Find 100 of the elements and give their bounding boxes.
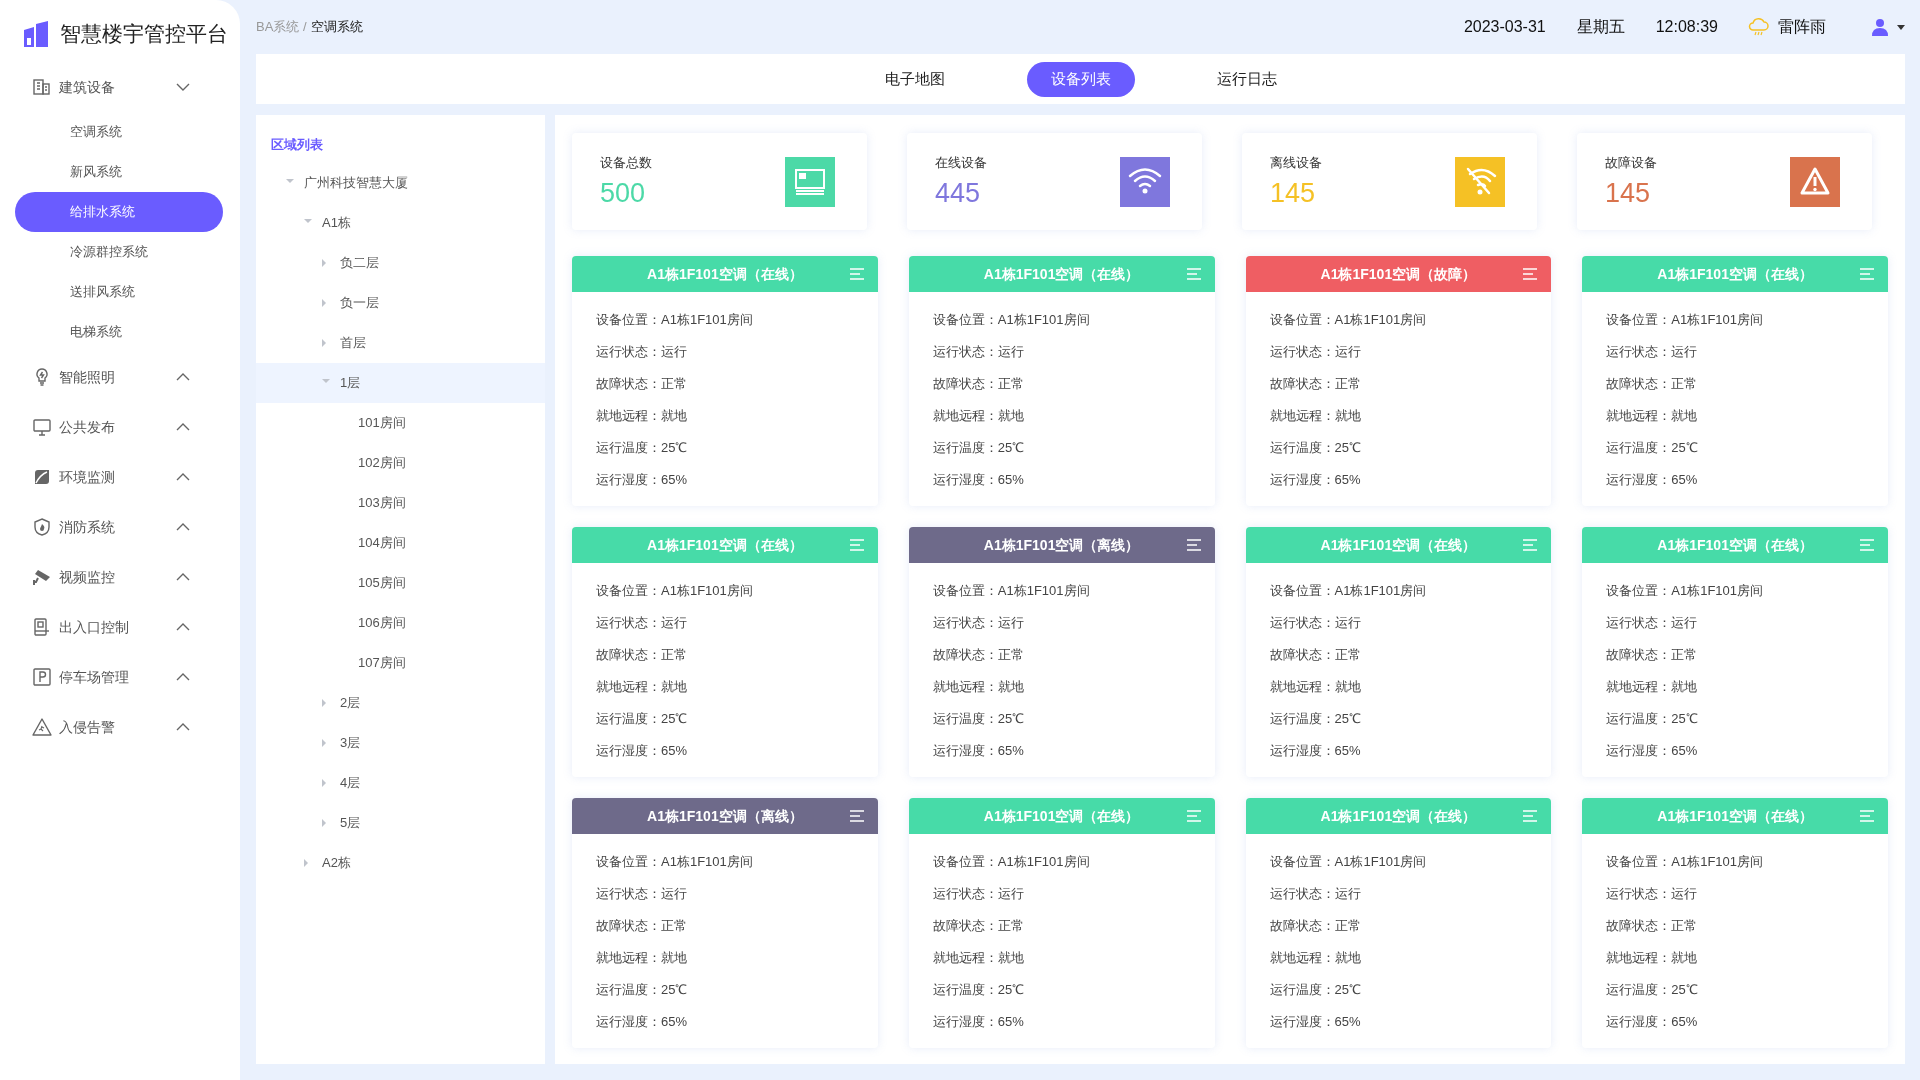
device-field: 就地远程：就地	[596, 942, 878, 974]
tree-item[interactable]: 1层	[256, 363, 545, 403]
device-field: 设备位置：A1栋1F101房间	[1606, 575, 1888, 607]
menu-item[interactable]: 公共发布	[0, 402, 240, 452]
device-field: 故障状态：正常	[1606, 639, 1888, 671]
device-field: 设备位置：A1栋1F101房间	[932, 846, 1215, 878]
device-field: 故障状态：正常	[932, 368, 1215, 400]
menu-icon[interactable]	[849, 539, 864, 551]
date-text: 2023-03-31	[1463, 17, 1546, 37]
tree-item[interactable]: 101房间	[256, 403, 545, 443]
menu-icon[interactable]	[1186, 810, 1201, 822]
device-field: 设备位置：A1栋1F101房间	[1269, 304, 1552, 336]
tree-item[interactable]: 102房间	[256, 443, 545, 483]
shield-icon	[32, 517, 52, 537]
tree-item[interactable]: 106房间	[256, 603, 545, 643]
menu-item[interactable]: 出入口控制	[0, 602, 240, 652]
time-text: 12:08:39	[1655, 17, 1718, 37]
tree-item[interactable]: 2层	[256, 683, 545, 723]
menu-icon[interactable]	[1523, 539, 1538, 551]
device-title: A1栋1F101空调（在线）	[1657, 264, 1813, 284]
menu-icon[interactable]	[849, 268, 864, 280]
submenu-item[interactable]: 给排水系统	[15, 192, 223, 232]
device-field: 故障状态：正常	[596, 910, 878, 942]
tab[interactable]: 运行日志	[1192, 61, 1301, 97]
tree-item[interactable]: 105房间	[256, 563, 545, 603]
weekday-text: 星期五	[1576, 17, 1625, 37]
device-field: 运行状态：运行	[1606, 607, 1888, 639]
device-field: 运行状态：运行	[596, 607, 878, 639]
parking-icon	[32, 667, 52, 687]
menu-icon[interactable]	[1860, 268, 1874, 280]
tree-item[interactable]: 3层	[256, 723, 545, 763]
menu-item[interactable]: 建筑设备	[0, 62, 240, 112]
menu-icon[interactable]	[1186, 539, 1201, 551]
device-field: 运行状态：运行	[596, 878, 878, 910]
device-field: 就地远程：就地	[1269, 942, 1552, 974]
device-field: 运行温度：25℃	[932, 703, 1215, 735]
warning-icon	[1790, 156, 1840, 207]
app-title: 智慧楼宇管控平台	[60, 21, 228, 48]
stat-label: 在线设备	[935, 153, 987, 172]
user-menu-button[interactable]	[1871, 18, 1905, 36]
device-field: 故障状态：正常	[1269, 639, 1552, 671]
device-field: 设备位置：A1栋1F101房间	[1606, 846, 1888, 878]
menu-item[interactable]: 消防系统	[0, 502, 240, 552]
menu-item[interactable]: 视频监控	[0, 552, 240, 602]
device-field: 就地远程：就地	[596, 400, 878, 432]
intrusion-warning-icon	[32, 717, 52, 737]
device-field: 运行湿度：65%	[1606, 464, 1888, 496]
tree-item[interactable]: 4层	[256, 763, 545, 803]
stat-label: 离线设备	[1270, 153, 1322, 172]
tree-item[interactable]: 广州科技智慧大厦	[256, 163, 545, 203]
device-field: 运行湿度：65%	[1606, 735, 1888, 767]
submenu-item[interactable]: 电梯系统	[15, 312, 223, 352]
device-field: 运行湿度：65%	[1269, 735, 1552, 767]
menu-icon[interactable]	[1523, 268, 1538, 280]
submenu-item[interactable]: 新风系统	[15, 152, 223, 192]
tree-item[interactable]: 103房间	[256, 483, 545, 523]
device-field: 运行湿度：65%	[932, 1006, 1215, 1038]
tree-item[interactable]: 5层	[256, 803, 545, 843]
menu-item[interactable]: 停车场管理	[0, 652, 240, 702]
submenu-item[interactable]: 送排风系统	[15, 272, 223, 312]
device-field: 设备位置：A1栋1F101房间	[1606, 304, 1888, 336]
tree-item[interactable]: A2栋	[256, 843, 545, 883]
device-field: 运行湿度：65%	[1269, 464, 1552, 496]
device-field: 运行温度：25℃	[1269, 703, 1552, 735]
tree-item[interactable]: 107房间	[256, 643, 545, 683]
menu-icon[interactable]	[1523, 810, 1538, 822]
device-field: 运行温度：25℃	[1269, 432, 1552, 464]
device-field: 运行湿度：65%	[932, 464, 1215, 496]
tab[interactable]: 设备列表	[1026, 61, 1135, 97]
weather-text: 雷阵雨	[1778, 17, 1826, 37]
menu-icon[interactable]	[1186, 268, 1201, 280]
tree-item[interactable]: 负一层	[256, 283, 545, 323]
tree-item[interactable]: 104房间	[256, 523, 545, 563]
tree-item[interactable]: 负二层	[256, 243, 545, 283]
tree-item[interactable]: A1栋	[256, 203, 545, 243]
device-field: 故障状态：正常	[596, 639, 878, 671]
device-field: 就地远程：就地	[932, 942, 1215, 974]
submenu-item[interactable]: 冷源群控系统	[15, 232, 223, 272]
tab[interactable]: 电子地图	[860, 61, 969, 97]
device-title: A1栋1F101空调（在线）	[1320, 806, 1477, 826]
menu-item[interactable]: 智能照明	[0, 352, 240, 402]
building-icon	[32, 77, 52, 97]
submenu-item[interactable]: 空调系统	[15, 112, 223, 152]
menu-item[interactable]: 环境监测	[0, 452, 240, 502]
device-field: 故障状态：正常	[596, 368, 878, 400]
device-field: 运行状态：运行	[932, 336, 1215, 368]
device-field: 故障状态：正常	[1269, 910, 1552, 942]
menu-icon[interactable]	[1860, 539, 1874, 551]
caret-icon	[1897, 24, 1905, 30]
device-field: 设备位置：A1栋1F101房间	[932, 304, 1215, 336]
device-field: 故障状态：正常	[1606, 368, 1888, 400]
device-field: 运行状态：运行	[596, 336, 878, 368]
device-field: 运行状态：运行	[1269, 336, 1552, 368]
thunderstorm-icon	[1748, 18, 1770, 36]
stat-value: 445	[935, 177, 982, 211]
menu-icon[interactable]	[849, 810, 864, 822]
menu-item[interactable]: 入侵告警	[0, 702, 240, 752]
tree-item[interactable]: 首层	[256, 323, 545, 363]
device-title: A1栋1F101空调（离线）	[983, 535, 1140, 555]
menu-icon[interactable]	[1860, 810, 1874, 822]
